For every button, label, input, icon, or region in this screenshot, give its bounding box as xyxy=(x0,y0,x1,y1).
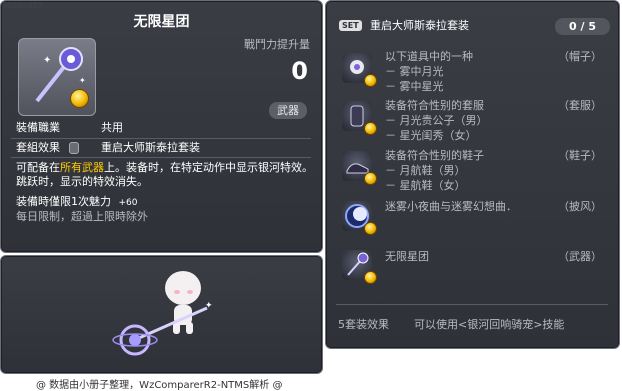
set-item-name: 装备符合性别的套服 xyxy=(385,99,484,112)
character-preview: ✦ xyxy=(0,255,323,374)
reset-note: 每日限制，超過上限時除外 xyxy=(16,210,148,223)
set-badge: SET xyxy=(339,20,362,31)
gold-coin-icon xyxy=(364,172,377,185)
set-value: 重启大师斯泰拉套装 xyxy=(101,141,200,154)
charm-limit-value: +60 xyxy=(118,198,138,208)
set-item-sub: － 雾中星光 xyxy=(385,80,444,93)
charm-limit-label: 装備時僅限1次魅力 xyxy=(16,195,111,208)
item-description: 可配备在所有武器上。装备时，在特定动作中显示银河特效。跳跃时，显示的特效消失。 xyxy=(16,161,316,189)
footer-credit: @ 数据由小册子整理，WzComparerR2-NTMS解析 @ xyxy=(36,380,283,391)
lock-icon xyxy=(69,142,79,154)
set-item-name: 以下道具中的一种 xyxy=(385,50,473,63)
item-icon: ✦ ✦ xyxy=(18,38,96,116)
set-item-slot: （帽子） xyxy=(558,50,602,63)
set-item-name: 迷雾小夜曲与迷雾幻想曲． xyxy=(385,200,517,213)
set-title: 重启大师斯泰拉套装 xyxy=(370,19,469,32)
watermark-id: 01702857 xyxy=(2,1,43,10)
gold-coin-icon xyxy=(364,74,377,87)
set-label: 套組效果 xyxy=(16,141,60,154)
job-label: 裝備職業 xyxy=(16,121,60,134)
item-name: 无限星团 xyxy=(133,14,190,30)
power-value: 0 xyxy=(291,57,308,85)
set-item-name: 无限星团 xyxy=(385,250,429,263)
set-item-sub: － 雾中月光 xyxy=(385,65,444,78)
item-tooltip: 无限星团 ✦ ✦ 戰鬥力提升量 0 武器 裝備職業 共用 套組效果 重启大师斯泰… xyxy=(0,0,323,253)
gold-coin-icon xyxy=(70,89,89,108)
set-panel: SET 重启大师斯泰拉套装 0 / 5 以下道具中的一种 － 雾中月光 － 雾中… xyxy=(325,0,620,349)
svg-text:✦: ✦ xyxy=(43,55,51,66)
divider xyxy=(11,138,311,139)
set-item-sub: － 月航鞋（男） xyxy=(385,164,466,177)
character-avatar: ✦ xyxy=(112,271,213,356)
set-item-sub: － 星光闺秀（女） xyxy=(385,129,477,142)
set-item-slot: （披风） xyxy=(558,200,602,213)
set-item-slot: （套服） xyxy=(558,99,602,112)
svg-text:✦: ✦ xyxy=(79,76,86,85)
svg-text:✦: ✦ xyxy=(205,301,213,311)
gold-coin-icon xyxy=(364,122,377,135)
power-label: 戰鬥力提升量 xyxy=(244,38,310,51)
set-item-slot: （鞋子） xyxy=(558,149,602,162)
set-bonus-value: 可以使用<银河回响骑宠>技能 xyxy=(414,318,565,331)
divider xyxy=(11,157,311,158)
set-count: 0 / 5 xyxy=(555,18,610,35)
charm-limit: 装備時僅限1次魅力 +60 xyxy=(16,195,138,210)
set-item-slot: （武器） xyxy=(558,250,602,263)
set-item-sub: － 月光贵公子（男） xyxy=(385,114,488,127)
set-item-name: 装备符合性别的鞋子 xyxy=(385,149,484,162)
set-item-sub: － 星航鞋（女） xyxy=(385,179,466,192)
desc-highlight: 所有武器 xyxy=(60,161,104,174)
gold-coin-icon xyxy=(364,222,377,235)
job-value: 共用 xyxy=(101,121,123,134)
divider xyxy=(336,304,608,305)
category-badge: 武器 xyxy=(269,102,307,119)
desc-pre: 可配备在 xyxy=(16,161,60,174)
set-bonus-label: 5套装效果 xyxy=(338,318,389,331)
gold-coin-icon xyxy=(364,271,377,284)
